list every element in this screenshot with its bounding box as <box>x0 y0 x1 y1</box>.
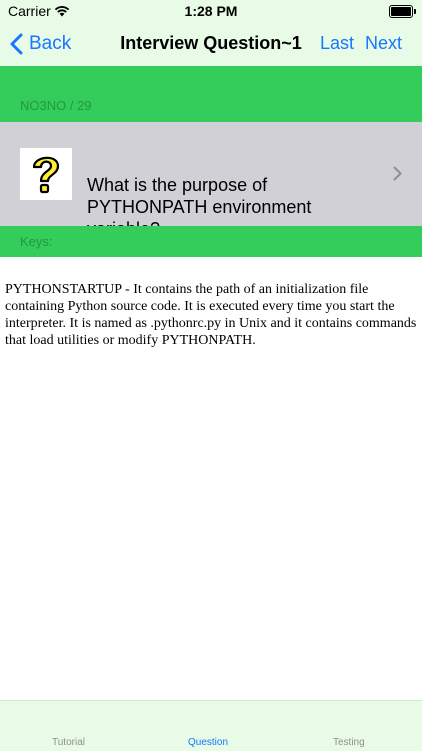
keys-bar: Keys: <box>0 226 422 257</box>
tab-bar: Tutorial Question Testing <box>0 700 422 751</box>
tab-question[interactable]: Question <box>188 737 228 748</box>
status-bar: Carrier 1:28 PM <box>0 0 422 22</box>
last-button[interactable]: Last <box>320 33 354 54</box>
status-time: 1:28 PM <box>184 3 238 19</box>
keys-label: Keys: <box>20 234 53 249</box>
question-counter: NO3NO / 29 <box>20 98 92 113</box>
chevron-right-icon <box>393 166 402 181</box>
battery-icon <box>389 5 416 18</box>
navigation-bar: Back Interview Question~1 Last Next <box>0 22 422 66</box>
question-row[interactable]: What is the purpose of PYTHONPATH enviro… <box>0 122 422 239</box>
question-mark-icon <box>20 148 72 200</box>
tab-tutorial[interactable]: Tutorial <box>52 737 85 748</box>
next-button[interactable]: Next <box>365 33 402 54</box>
page-title: Interview Question~1 <box>120 33 302 53</box>
question-header <box>0 66 422 122</box>
tab-testing[interactable]: Testing <box>333 737 365 748</box>
answer-text: PYTHONSTARTUP - It contains the path of … <box>5 282 417 348</box>
